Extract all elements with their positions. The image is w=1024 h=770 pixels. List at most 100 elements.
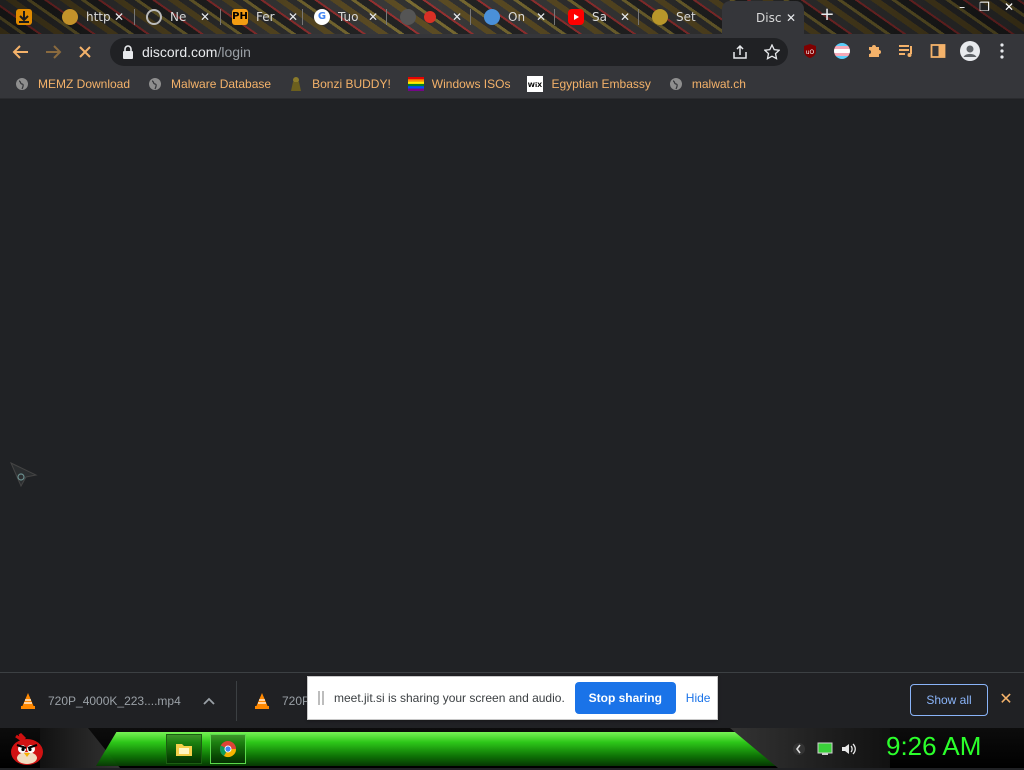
- taskbar-file-explorer[interactable]: [166, 734, 202, 764]
- close-tab-icon[interactable]: ✕: [450, 10, 464, 24]
- discord-icon: [732, 9, 748, 26]
- bookmark-label: Malware Database: [171, 76, 272, 91]
- bookmark-label: malwat.ch: [691, 76, 746, 91]
- star-icon[interactable]: [764, 44, 780, 60]
- bookmark-label: Bonzi BUDDY!: [312, 76, 391, 91]
- stop-loading-button[interactable]: [73, 40, 97, 64]
- lock-icon: [123, 45, 133, 59]
- show-all-downloads-button[interactable]: Show all: [910, 684, 988, 716]
- taskbar-chrome[interactable]: [210, 734, 246, 764]
- url-text: discord.com/login: [142, 44, 251, 60]
- vlc-icon: [21, 693, 35, 709]
- close-tab-icon[interactable]: ✕: [112, 10, 126, 24]
- arrow-right-icon: [46, 45, 62, 59]
- wix-icon: WiX: [527, 75, 544, 92]
- vlc-icon: [255, 693, 269, 709]
- folder-icon: [176, 744, 192, 756]
- svg-text:uO: uO: [806, 49, 815, 56]
- extensions-puzzle-icon[interactable]: [864, 41, 884, 61]
- tab-strip: http ✕ Ne ✕ PH Fer ✕ G Tuo ✕ ✕ On ✕ Sa ✕: [0, 0, 1024, 34]
- globe-icon: [668, 76, 684, 92]
- network-icon[interactable]: [816, 740, 834, 758]
- volume-icon[interactable]: [840, 740, 858, 758]
- chrome-icon: [219, 741, 237, 758]
- download-item[interactable]: 720P: [254, 673, 314, 729]
- angry-bird-icon: [11, 732, 43, 765]
- arrow-left-icon: [12, 45, 28, 59]
- globe-icon: [147, 76, 163, 92]
- download-filename: 720P: [282, 694, 311, 708]
- bookmark-label: Windows ISOs: [431, 76, 511, 91]
- bonzi-icon: [288, 76, 304, 92]
- tab-title: Set: [676, 9, 696, 24]
- share-icon[interactable]: [732, 44, 748, 60]
- tab-2[interactable]: http ✕: [52, 3, 132, 30]
- tab-6[interactable]: ✕: [390, 3, 470, 30]
- bookmark-windows-isos[interactable]: Windows ISOs: [407, 76, 511, 92]
- side-panel-icon[interactable]: [928, 41, 948, 61]
- bookmarks-bar: MEMZ Download Malware Database Bonzi BUD…: [0, 69, 1024, 99]
- mouse-cursor-icon: [10, 462, 38, 488]
- bookmark-bonzi-buddy[interactable]: Bonzi BUDDY!: [288, 76, 391, 92]
- media-control-icon[interactable]: [896, 41, 916, 61]
- ublock-icon[interactable]: uO: [800, 41, 820, 61]
- bookmark-memz-download[interactable]: MEMZ Download: [14, 76, 130, 92]
- close-tab-icon[interactable]: ✕: [198, 10, 212, 24]
- tab-title: http: [86, 9, 111, 24]
- ph-icon: PH: [232, 8, 248, 25]
- close-tab-icon[interactable]: ✕: [618, 10, 632, 24]
- pride-flag-extension-icon[interactable]: [832, 41, 852, 61]
- drag-handle-icon[interactable]: [318, 691, 324, 705]
- globe-icon: [14, 76, 30, 92]
- tab-7[interactable]: On ✕: [474, 3, 554, 30]
- tab-4[interactable]: PH Fer ✕: [222, 3, 306, 30]
- tab-3[interactable]: Ne ✕: [136, 3, 218, 30]
- chrome-icon: [146, 8, 162, 25]
- download-icon: [16, 8, 32, 25]
- chevron-up-icon[interactable]: [203, 697, 215, 705]
- tab-1[interactable]: [6, 3, 50, 30]
- tab-5[interactable]: G Tuo ✕: [304, 3, 386, 30]
- stop-sharing-button[interactable]: Stop sharing: [574, 682, 676, 714]
- hide-share-bar-button[interactable]: Hide: [686, 691, 711, 705]
- start-button[interactable]: [8, 730, 46, 766]
- close-shelf-icon[interactable]: ✕: [998, 691, 1014, 707]
- browser-toolbar: discord.com/login uO: [0, 34, 1024, 69]
- bookmark-label: MEMZ Download: [38, 76, 131, 91]
- taskbar: 9:26 AM: [0, 728, 1024, 768]
- tab-active-discord[interactable]: Disc ✕: [722, 1, 804, 34]
- share-message: meet.jit.si is sharing your screen and a…: [334, 691, 565, 705]
- bookmark-egyptian-embassy[interactable]: WiX Egyptian Embassy: [527, 75, 651, 92]
- close-tab-icon[interactable]: ✕: [784, 11, 798, 25]
- bookmark-malware-database[interactable]: Malware Database: [147, 76, 271, 92]
- search-icon: [484, 8, 500, 25]
- close-tab-icon[interactable]: ✕: [366, 10, 380, 24]
- taskbar-clock[interactable]: 9:26 AM: [886, 731, 981, 762]
- menu-kebab-icon[interactable]: [992, 41, 1012, 61]
- minimize-icon[interactable]: –: [959, 0, 965, 16]
- bookmark-malwatch[interactable]: malwat.ch: [668, 76, 746, 92]
- maximize-icon[interactable]: ❐: [979, 0, 990, 16]
- tab-title: Tuo: [338, 9, 359, 24]
- rainbow-flag-icon: [407, 76, 424, 92]
- tab-8[interactable]: Sa ✕: [558, 3, 638, 30]
- tab-title: Disc: [756, 10, 782, 25]
- tray-app-icon[interactable]: [790, 740, 808, 758]
- profile-avatar-icon[interactable]: [960, 41, 980, 61]
- svg-text:WiX: WiX: [528, 81, 542, 89]
- leaf-icon: [400, 8, 416, 25]
- close-tab-icon[interactable]: ✕: [286, 10, 300, 24]
- close-tab-icon[interactable]: ✕: [534, 10, 548, 24]
- page-content: [0, 100, 1024, 672]
- close-window-icon[interactable]: ✕: [1004, 0, 1014, 16]
- tab-title: Sa: [592, 9, 607, 24]
- gear-icon: [652, 8, 668, 25]
- google-icon: G: [314, 8, 330, 25]
- address-bar[interactable]: discord.com/login: [110, 38, 788, 66]
- tab-title: On: [508, 9, 526, 24]
- forward-button[interactable]: [41, 40, 65, 64]
- new-tab-button[interactable]: +: [818, 6, 836, 24]
- tab-9[interactable]: Set: [642, 3, 718, 30]
- back-button[interactable]: [9, 40, 33, 64]
- download-item[interactable]: 720P_4000K_223....mp4: [20, 673, 230, 729]
